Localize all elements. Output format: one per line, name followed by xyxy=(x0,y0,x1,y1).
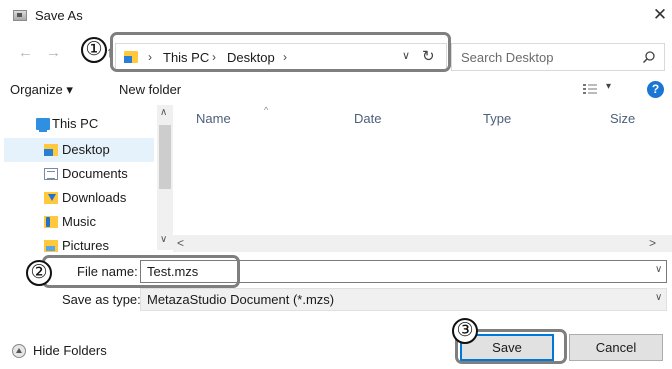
column-header-date[interactable]: Date xyxy=(354,111,381,126)
sidebar-item-label: This PC xyxy=(52,116,99,131)
chevron-down-icon[interactable]: ∨ xyxy=(655,292,662,303)
cancel-button[interactable]: Cancel xyxy=(569,334,663,361)
sidebar-item-this-pc[interactable]: This PC xyxy=(0,112,150,136)
downloads-folder-icon xyxy=(44,192,58,204)
help-icon[interactable]: ? xyxy=(647,81,664,98)
view-options-icon[interactable] xyxy=(583,83,597,95)
sidebar-item-label: Music xyxy=(62,214,96,229)
sidebar-item-label: Downloads xyxy=(62,190,127,205)
sidebar-item-desktop[interactable]: Desktop xyxy=(4,138,154,162)
chevron-down-icon[interactable]: ∨ xyxy=(655,264,662,275)
desktop-folder-icon xyxy=(44,144,58,156)
chevron-up-circle-icon xyxy=(12,344,26,358)
search-icon xyxy=(642,51,655,64)
callout-number-2: ② xyxy=(26,260,52,286)
save-type-value: MetazaStudio Document (*.mzs) xyxy=(147,292,335,307)
hide-folders-label: Hide Folders xyxy=(33,343,107,358)
close-icon[interactable]: ✕ xyxy=(650,5,670,25)
app-icon xyxy=(13,10,27,21)
column-header-type[interactable]: Type xyxy=(483,111,511,126)
sidebar-item-label: Desktop xyxy=(62,142,110,157)
navigation-pane: This PC Desktop Documents Downloads Musi… xyxy=(0,105,157,254)
search-placeholder: Search Desktop xyxy=(461,50,554,65)
save-type-row: Save as type: MetazaStudio Document (*.m… xyxy=(0,288,672,314)
back-arrow-icon[interactable]: ← xyxy=(18,44,33,61)
file-list[interactable]: Name ^ Date Type Size xyxy=(173,105,672,253)
organize-button[interactable]: Organize ▾ xyxy=(10,82,73,98)
column-header-size[interactable]: Size xyxy=(610,111,635,126)
callout-box-file-name xyxy=(42,255,240,288)
window-title: Save As xyxy=(35,8,83,23)
command-toolbar: Organize ▾ New folder ▾ ? xyxy=(0,76,672,104)
scroll-left-icon[interactable]: < xyxy=(177,236,184,250)
sort-indicator-icon: ^ xyxy=(264,105,269,115)
file-list-horizontal-scrollbar[interactable]: < > xyxy=(173,235,672,252)
callout-number-3: ③ xyxy=(452,318,478,344)
scroll-up-icon[interactable]: ∧ xyxy=(160,107,167,118)
title-bar: Save As ✕ xyxy=(0,0,672,32)
dialog-footer: Hide Folders Save Cancel xyxy=(0,320,672,369)
new-folder-button[interactable]: New folder xyxy=(119,82,181,97)
documents-folder-icon xyxy=(44,168,58,180)
sidebar-item-label: Pictures xyxy=(62,238,109,253)
forward-arrow-icon[interactable]: → xyxy=(46,44,61,61)
sidebar-item-documents[interactable]: Documents xyxy=(4,162,154,186)
pictures-folder-icon xyxy=(44,240,58,252)
scroll-down-icon[interactable]: ∨ xyxy=(160,234,167,245)
save-type-label: Save as type: xyxy=(62,292,141,307)
column-header-name[interactable]: Name xyxy=(196,111,231,126)
scrollbar-thumb[interactable] xyxy=(159,125,171,189)
scroll-right-icon[interactable]: > xyxy=(649,236,656,250)
sidebar-item-pictures[interactable]: Pictures xyxy=(4,234,154,254)
save-type-select[interactable]: MetazaStudio Document (*.mzs) ∨ xyxy=(140,288,667,311)
view-caret-icon[interactable]: ▾ xyxy=(606,81,611,92)
sidebar-item-downloads[interactable]: Downloads xyxy=(4,186,154,210)
sidebar-scrollbar[interactable]: ∧ ∨ xyxy=(157,105,173,250)
sidebar-item-music[interactable]: Music xyxy=(4,210,154,234)
callout-number-1: ① xyxy=(81,37,107,63)
search-input[interactable]: Search Desktop xyxy=(451,43,665,71)
callout-box-address-bar xyxy=(110,32,451,72)
pc-icon xyxy=(36,118,50,132)
sidebar-item-label: Documents xyxy=(62,166,128,181)
music-folder-icon xyxy=(44,216,58,228)
